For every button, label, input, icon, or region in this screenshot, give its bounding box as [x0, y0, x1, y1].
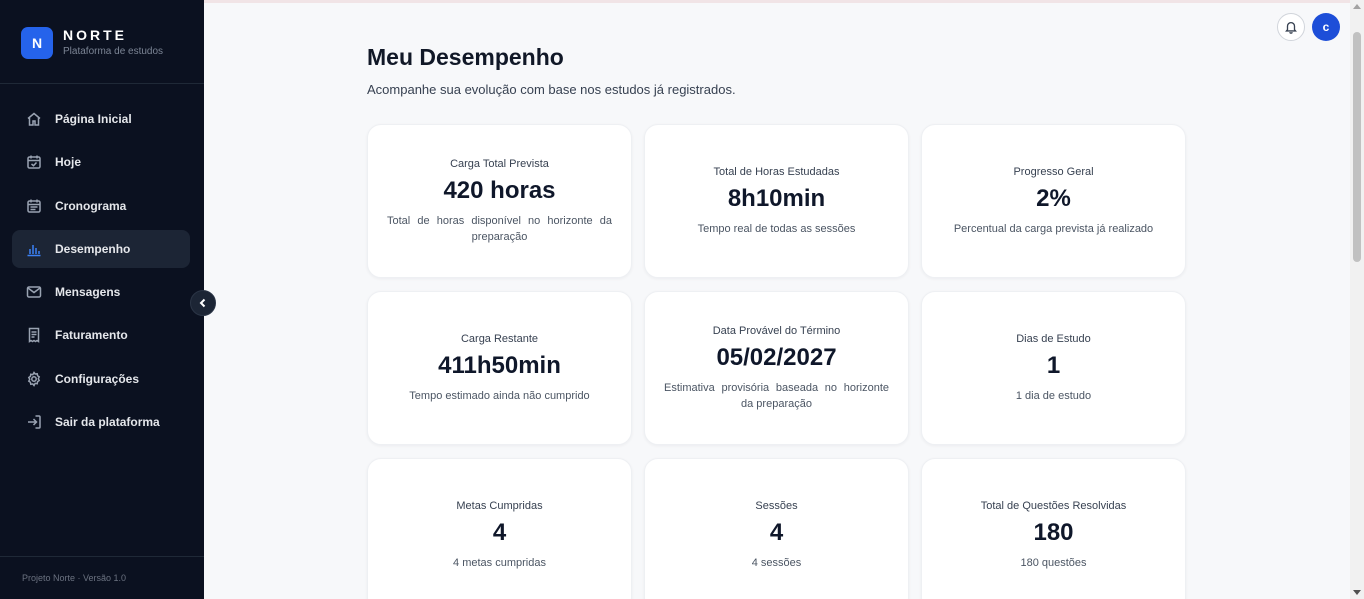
stat-value: 2% — [1036, 184, 1071, 212]
sidebar-item-cronograma[interactable]: Cronograma — [12, 187, 190, 225]
sidebar-item-pagina-inicial[interactable]: Página Inicial — [12, 100, 190, 138]
sidebar-item-configuracoes[interactable]: Configurações — [12, 360, 190, 398]
stat-value: 05/02/2027 — [716, 343, 837, 371]
stat-label: Progresso Geral — [1013, 165, 1094, 178]
sidebar-divider — [0, 83, 204, 84]
scrollbar-thumb[interactable] — [1353, 32, 1361, 262]
stat-value: 411h50min — [438, 351, 561, 379]
stat-description: Tempo real de todas as sessões — [697, 222, 856, 235]
receipt-icon — [25, 326, 43, 344]
sidebar-item-label: Hoje — [55, 155, 82, 170]
sidebar-item-label: Desempenho — [55, 241, 131, 256]
stat-label: Total de Horas Estudadas — [713, 165, 840, 178]
stat-card-dias-estudo: Dias de Estudo 1 1 dia de estudo — [921, 291, 1186, 445]
page-scrollbar[interactable] — [1350, 0, 1364, 599]
sidebar-item-label: Mensagens — [55, 285, 121, 300]
sidebar-item-label: Configurações — [55, 371, 140, 386]
stat-card-carga-restante: Carga Restante 411h50min Tempo estimado … — [367, 291, 632, 445]
top-accent-line — [204, 0, 1364, 3]
sidebar-item-label: Cronograma — [55, 198, 127, 213]
mail-icon — [25, 283, 43, 301]
calendar-check-icon — [25, 153, 43, 171]
stat-card-horas-estudadas: Total de Horas Estudadas 8h10min Tempo r… — [644, 124, 909, 278]
stat-label: Sessões — [755, 499, 798, 512]
stat-card-progresso-geral: Progresso Geral 2% Percentual da carga p… — [921, 124, 1186, 278]
stat-label: Dias de Estudo — [1016, 332, 1091, 345]
stat-description: Tempo estimado ainda não cumprido — [409, 389, 590, 402]
page-title: Meu Desempenho — [367, 44, 564, 70]
stat-value: 4 — [769, 518, 784, 546]
stat-value: 1 — [1046, 351, 1061, 379]
scroll-down-arrow-icon[interactable] — [1353, 590, 1361, 595]
stat-description: 4 metas cumpridas — [453, 556, 546, 569]
bell-icon — [1285, 21, 1297, 34]
stat-label: Carga Restante — [460, 332, 539, 345]
collapse-sidebar-button[interactable] — [190, 290, 216, 316]
calendar-icon — [25, 197, 43, 215]
sidebar-item-desempenho[interactable]: Desempenho — [12, 229, 190, 268]
stat-card-questoes-resolvidas: Total de Questões Resolvidas 180 180 que… — [921, 458, 1186, 599]
stat-description: 180 questões — [1020, 556, 1087, 569]
stat-card-carga-total: Carga Total Prevista 420 horas Total de … — [367, 124, 632, 278]
stat-description: 1 dia de estudo — [1015, 389, 1092, 402]
sidebar-item-mensagens[interactable]: Mensagens — [12, 273, 190, 311]
stats-grid: Carga Total Prevista 420 horas Total de … — [367, 124, 1186, 599]
notifications-button[interactable] — [1277, 13, 1305, 41]
stat-description: 4 sessões — [751, 556, 802, 569]
home-icon — [25, 110, 43, 128]
chevron-left-icon — [199, 298, 206, 308]
stat-card-data-termino: Data Provável do Término 05/02/2027 Esti… — [644, 291, 909, 445]
sidebar-item-faturamento[interactable]: Faturamento — [12, 316, 190, 354]
stat-label: Total de Questões Resolvidas — [980, 499, 1127, 512]
stat-label: Metas Cumpridas — [456, 499, 543, 512]
brand-logo: N — [21, 27, 53, 59]
sidebar: N NORTE Plataforma de estudos Página Ini… — [0, 0, 204, 599]
brand-subtitle: Plataforma de estudos — [63, 46, 164, 57]
sidebar-item-label: Faturamento — [55, 328, 128, 343]
stat-card-sessoes: Sessões 4 4 sessões — [644, 458, 909, 599]
stat-label: Carga Total Prevista — [450, 157, 549, 170]
sidebar-footer: Projeto Norte · Versão 1.0 — [22, 573, 127, 583]
page-subtitle: Acompanhe sua evolução com base nos estu… — [367, 82, 736, 97]
sidebar-item-sair[interactable]: Sair da plataforma — [12, 403, 190, 441]
sidebar-footer-divider — [0, 556, 204, 557]
stat-card-metas-cumpridas: Metas Cumpridas 4 4 metas cumpridas — [367, 458, 632, 599]
stat-value: 4 — [492, 518, 507, 546]
stat-value: 180 — [1033, 518, 1074, 546]
brand-name: NORTE — [63, 27, 127, 43]
stat-label: Data Provável do Término — [712, 324, 841, 337]
stat-description: Total de horas disponível no horizonte d… — [387, 214, 612, 243]
gear-icon — [25, 370, 43, 388]
stat-value: 8h10min — [727, 184, 826, 212]
scroll-up-arrow-icon[interactable] — [1353, 4, 1361, 9]
avatar[interactable]: c — [1312, 13, 1340, 41]
stat-value: 420 horas — [443, 176, 556, 204]
logout-icon — [25, 413, 43, 431]
sidebar-item-label: Sair da plataforma — [55, 415, 160, 430]
sidebar-item-label: Página Inicial — [55, 112, 132, 126]
bar-chart-icon — [25, 240, 43, 258]
stat-description: Percentual da carga prevista já realizad… — [953, 222, 1154, 235]
stat-description: Estimativa provisória baseada no horizon… — [664, 381, 889, 410]
brand[interactable]: N NORTE Plataforma de estudos — [21, 27, 163, 59]
sidebar-item-hoje[interactable]: Hoje — [12, 143, 190, 181]
sidebar-nav: Página Inicial Hoje Cronograma Desempenh… — [12, 100, 190, 446]
